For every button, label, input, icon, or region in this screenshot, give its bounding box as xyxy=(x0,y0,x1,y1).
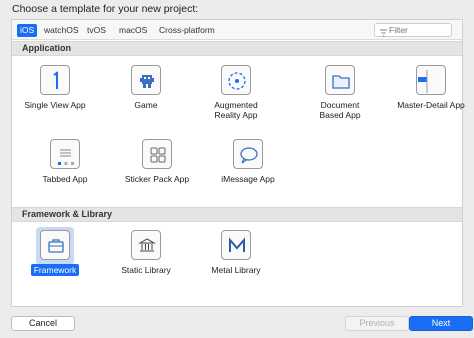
template-label: Game xyxy=(134,100,158,110)
dialog-prompt: Choose a template for your new project: xyxy=(12,3,199,15)
template-master-detail-app[interactable]: Master-Detail App xyxy=(388,62,474,132)
metal-icon xyxy=(221,230,251,260)
template-single-view-app[interactable]: Single View App xyxy=(12,62,98,132)
template-label: iMessage App xyxy=(221,174,275,184)
template-imessage-app[interactable]: iMessage App xyxy=(205,136,291,206)
template-static-library[interactable]: Static Library xyxy=(103,227,189,297)
section-header-application: Application xyxy=(12,41,462,56)
message-bubble-icon xyxy=(233,139,263,169)
sticker-grid-icon xyxy=(142,139,172,169)
filter-field[interactable] xyxy=(374,23,452,37)
template-label: Sticker Pack App xyxy=(124,174,190,184)
template-metal-library[interactable]: Metal Library xyxy=(193,227,279,297)
template-augmented-reality-app[interactable]: Augmented Reality App xyxy=(193,62,279,132)
tab-ios[interactable]: iOS xyxy=(17,24,38,37)
tab-cross-platform[interactable]: Cross-platform xyxy=(156,24,218,37)
template-sticker-pack-app[interactable]: Sticker Pack App xyxy=(114,136,200,206)
master-detail-icon xyxy=(416,65,446,95)
filter-input[interactable] xyxy=(389,25,447,35)
template-label: Tabbed App xyxy=(42,174,88,184)
template-label: Master-Detail App xyxy=(397,100,465,110)
template-label: Document Based App xyxy=(319,100,361,120)
template-document-based-app[interactable]: Document Based App xyxy=(297,62,383,132)
toolbox-icon xyxy=(40,230,70,260)
template-label: Single View App xyxy=(24,100,86,110)
template-game[interactable]: Game xyxy=(103,62,189,132)
cancel-button[interactable]: Cancel xyxy=(11,316,75,331)
template-panel: iOS watchOS tvOS macOS Cross-platform Ap… xyxy=(11,19,465,307)
next-button[interactable]: Next xyxy=(409,316,473,331)
template-framework[interactable]: Framework xyxy=(12,227,98,297)
template-tabbed-app[interactable]: Tabbed App xyxy=(22,136,108,206)
tab-macos[interactable]: macOS xyxy=(116,24,150,37)
game-icon xyxy=(131,65,161,95)
platform-tab-bar: iOS watchOS tvOS macOS Cross-platform xyxy=(12,20,462,40)
previous-button[interactable]: Previous xyxy=(345,316,409,331)
document-folder-icon xyxy=(325,65,355,95)
template-label: Framework xyxy=(12,264,98,276)
template-label-text: Framework xyxy=(30,264,80,276)
template-label: Augmented Reality App xyxy=(214,100,258,120)
template-label: Static Library xyxy=(121,265,171,275)
section-header-framework-library: Framework & Library xyxy=(12,207,462,222)
augmented-reality-icon xyxy=(221,65,251,95)
tab-tvos[interactable]: tvOS xyxy=(84,24,109,37)
tabbed-app-icon xyxy=(50,139,80,169)
single-view-app-icon xyxy=(40,65,70,95)
template-label: Metal Library xyxy=(211,265,261,275)
library-building-icon xyxy=(131,230,161,260)
tab-watchos[interactable]: watchOS xyxy=(41,24,82,37)
